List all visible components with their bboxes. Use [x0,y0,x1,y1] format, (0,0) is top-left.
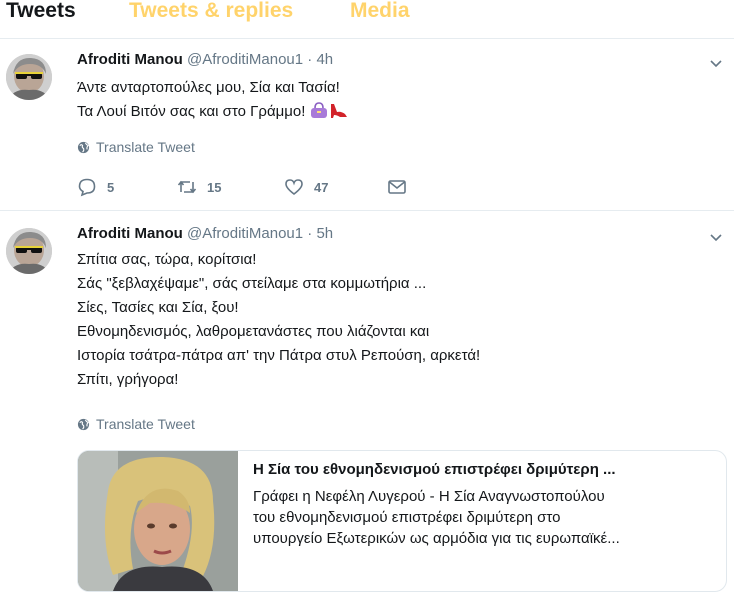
tweet-header: Afroditi Manou @AfroditiManou1 · 5h [77,225,333,242]
author-name[interactable]: Afroditi Manou [77,51,183,68]
retweet-icon [177,180,197,194]
card-title[interactable]: Η Σία του εθνομηδενισμού επιστρέφει δριμ… [253,461,714,478]
tweet-line: Σάς "ξεβλαχέψαμε", σάς στείλαμε στα κομμ… [77,275,427,292]
tweet-text: Σπίτια σας, τώρα, κορίτσια! Σάς "ξεβλαχέ… [77,248,480,392]
tweet-header: Afroditi Manou @AfroditiManou1 · 4h [77,51,333,68]
card-body: Η Σία του εθνομηδενισμού επιστρέφει δριμ… [253,461,714,549]
envelope-icon [388,180,406,194]
retweet-button[interactable]: 15 [177,177,221,197]
tab-tweets-and-replies[interactable]: Tweets & replies [129,0,293,23]
tweet-line: Σπίτι, γρήγορα! [77,371,179,388]
tab-tweets[interactable]: Tweets [6,0,76,23]
tweet-line: Σίες, Τασίες και Σία, ξου! [77,299,239,316]
translate-tweet-link[interactable]: Translate Tweet [77,416,195,432]
tweet-line: Εθνομηδενισμός, λαθρομετανάστες που λιάζ… [77,323,430,340]
card-description-line: του εθνομηδενισμού επιστρέφει δριμύτερη … [253,509,561,526]
card-description: Γράφει η Νεφέλη Λυγερού - Η Σία Αναγνωστ… [253,486,714,549]
tweet-line-text: Τα Λουί Βιτόν σας και στο Γράμμο! [77,103,306,120]
tweet-line: Τα Λουί Βιτόν σας και στο Γράμμο! [77,100,348,124]
author-handle[interactable]: @AfroditiManou1 [187,51,303,68]
heart-icon [285,179,303,196]
author-name[interactable]: Afroditi Manou [77,225,183,242]
card-description-line: υπουργείο Εξωτερικών ως αρμόδια για τις … [253,530,620,547]
timestamp[interactable]: 5h [316,225,333,242]
tweet-line: Σπίτια σας, τώρα, κορίτσια! [77,251,257,268]
profile-tabs: Tweets Tweets & replies Media [0,0,734,39]
author-handle[interactable]: @AfroditiManou1 [187,225,303,242]
avatar[interactable] [6,228,52,274]
tweet-text: Άντε ανταρτοπούλες μου, Σία και Τασία! Τ… [77,76,348,124]
reply-button[interactable]: 5 [77,177,114,197]
card-description-line: Γράφει η Νεφέλη Λυγερού - Η Σία Αναγνωστ… [253,488,605,505]
translate-label: Translate Tweet [96,416,195,432]
tweet-line: Άντε ανταρτοπούλες μου, Σία και Τασία! [77,79,340,96]
reply-count: 5 [107,179,115,195]
chevron-down-icon[interactable] [708,56,724,72]
link-preview-card[interactable]: Η Σία του εθνομηδενισμού επιστρέφει δριμ… [77,450,727,592]
like-count: 47 [314,179,329,195]
avatar[interactable] [6,54,52,100]
tweet[interactable]: Afroditi Manou @AfroditiManou1 · 4h Άντε… [0,39,734,211]
translate-label: Translate Tweet [96,139,195,155]
like-button[interactable]: 47 [284,177,328,197]
translate-tweet-link[interactable]: Translate Tweet [77,139,195,155]
tweet-actions: 5 15 47 [77,177,437,201]
timestamp[interactable]: 4h [316,51,333,68]
separator-dot: · [307,225,313,242]
direct-message-button[interactable] [387,177,407,197]
tweet[interactable]: Afroditi Manou @AfroditiManou1 · 5h Σπίτ… [0,211,734,592]
globe-icon [77,418,90,430]
tab-media[interactable]: Media [350,0,410,23]
tweet-line: Ιστορία τσάτρα-πάτρα απ' την Πάτρα στυλ … [77,347,481,364]
retweet-count: 15 [207,179,222,195]
chevron-down-icon[interactable] [708,230,724,246]
separator-dot: · [307,51,313,68]
globe-icon [77,141,90,153]
reply-icon [78,178,96,197]
handbag-icon [310,102,327,118]
card-thumbnail [78,451,238,591]
high-heel-icon [330,104,347,118]
